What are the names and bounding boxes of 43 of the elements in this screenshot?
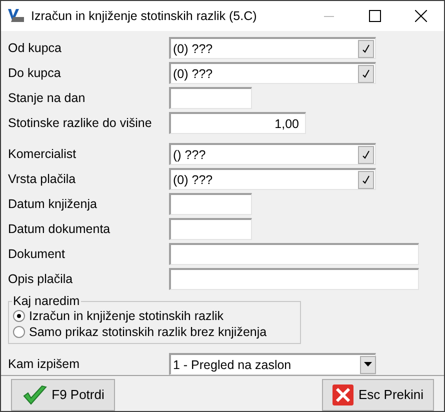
input-field[interactable] bbox=[169, 193, 252, 215]
field-label: Dokument bbox=[8, 247, 66, 261]
pick-button[interactable] bbox=[358, 146, 374, 164]
checkmark-icon bbox=[362, 44, 370, 54]
field-label: Stanje na dan bbox=[8, 91, 86, 105]
field-label: Komercialist bbox=[8, 147, 78, 161]
field-label: Datum dokumenta bbox=[8, 222, 112, 236]
lookup-field[interactable]: (0) ??? bbox=[169, 37, 376, 59]
lookup-field[interactable]: () ??? bbox=[169, 143, 376, 165]
checkmark-icon bbox=[362, 150, 370, 160]
pick-button[interactable] bbox=[358, 40, 374, 58]
field-label: Datum knjiženja bbox=[8, 197, 98, 211]
field-label: Opis plačila bbox=[8, 272, 74, 286]
group-title: Kaj naredim bbox=[12, 294, 81, 308]
input-field[interactable] bbox=[169, 87, 252, 109]
close-icon bbox=[415, 10, 427, 22]
lookup-field[interactable]: (0) ??? bbox=[169, 168, 376, 190]
window-title: Izračun in knjiženje stotinskih razlik (5.C) bbox=[31, 9, 258, 23]
close-icon bbox=[332, 384, 354, 406]
input-field[interactable] bbox=[169, 243, 419, 265]
field-label: Stotinske razlike do višine bbox=[8, 116, 153, 130]
field-label: Do kupca bbox=[8, 66, 62, 80]
checkmark-icon bbox=[362, 174, 370, 184]
input-field[interactable] bbox=[169, 268, 419, 290]
field-label: Od kupca bbox=[8, 41, 63, 55]
radio-option[interactable]: Izračun in knjiženje stotinskih razlik bbox=[13, 308, 296, 324]
cancel-button[interactable]: Esc Prekini bbox=[322, 378, 434, 410]
radio-option[interactable]: Samo prikaz stotinskih razlik brez knjiženja bbox=[13, 324, 296, 340]
dropdown-button[interactable] bbox=[360, 356, 376, 374]
confirm-button[interactable]: F9 Potrdi bbox=[11, 378, 115, 410]
field-label: Vrsta plačila bbox=[8, 172, 77, 186]
lookup-field[interactable]: (0) ??? bbox=[169, 62, 376, 84]
field-label: Kam izpišem bbox=[8, 357, 81, 371]
pick-button[interactable] bbox=[358, 64, 374, 82]
maximize-icon bbox=[369, 10, 381, 22]
app-icon bbox=[7, 8, 25, 24]
checkmark-icon bbox=[22, 384, 48, 406]
output-dropdown[interactable]: 1 - Pregled na zaslon bbox=[169, 353, 376, 375]
input-field[interactable]: 1,00 bbox=[169, 112, 306, 134]
checkmark-icon bbox=[362, 68, 370, 78]
input-field[interactable] bbox=[169, 218, 252, 240]
caret-icon bbox=[364, 362, 372, 367]
pick-button[interactable] bbox=[358, 170, 374, 188]
